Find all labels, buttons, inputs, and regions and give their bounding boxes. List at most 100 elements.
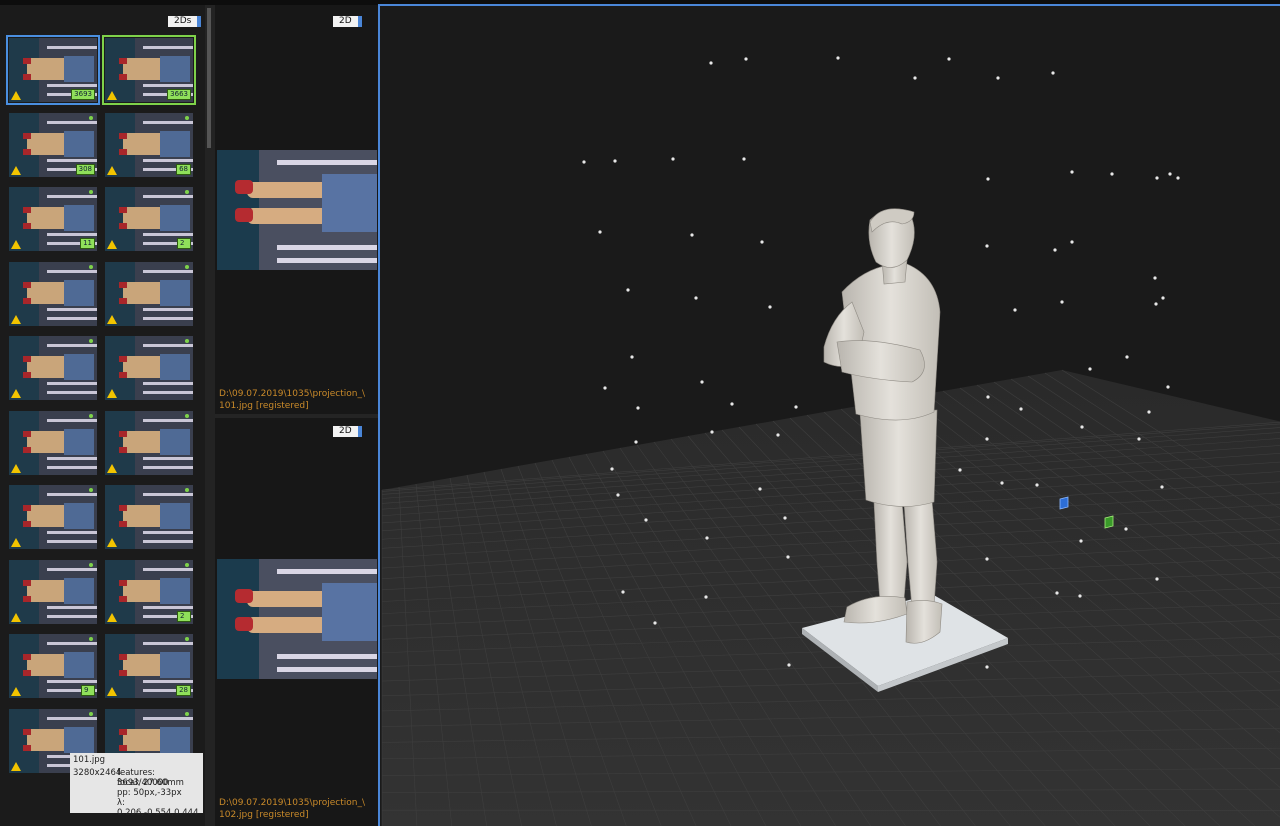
image-thumbnail[interactable] <box>105 336 193 400</box>
point-cloud-point <box>1168 172 1172 176</box>
2d-image-view-101[interactable] <box>217 150 377 270</box>
registered-indicator <box>185 115 189 120</box>
point-cloud-point <box>985 557 989 561</box>
point-cloud-point <box>1070 240 1074 244</box>
point-cloud-point <box>1013 308 1017 312</box>
warning-icon <box>11 538 21 547</box>
point-cloud-point <box>996 76 1000 80</box>
image-thumbnail[interactable]: 28 <box>105 634 193 698</box>
camera-marker-blue[interactable] <box>1059 496 1069 510</box>
image-thumbnail[interactable]: 11 <box>9 187 97 251</box>
point-cloud-point <box>1053 248 1057 252</box>
image-thumbnail[interactable]: 9 <box>9 634 97 698</box>
point-cloud-point <box>1051 71 1055 75</box>
image-thumbnail[interactable]: 2 <box>105 559 193 624</box>
point-cloud-point <box>1166 385 1170 389</box>
point-cloud-point <box>1055 591 1059 595</box>
point-cloud-point <box>644 518 648 522</box>
warning-icon <box>107 612 117 622</box>
tooltip-resolution: 3280x2464 <box>73 768 122 778</box>
registered-indicator <box>185 562 189 567</box>
image-thumbnail[interactable]: 3663 <box>102 35 196 105</box>
point-cloud-point <box>1088 367 1092 371</box>
2d-view-badge-bottom[interactable]: 2D <box>333 426 362 437</box>
point-cloud-point <box>1035 483 1039 487</box>
image-thumbnail[interactable] <box>9 485 97 549</box>
point-cloud-point <box>1125 355 1129 359</box>
warning-icon <box>107 538 117 547</box>
point-cloud-point <box>1160 485 1164 489</box>
point-cloud-point <box>947 57 951 61</box>
point-cloud-point <box>985 244 989 248</box>
2d-image-view-102[interactable] <box>217 559 377 679</box>
panel-divider[interactable] <box>215 414 378 418</box>
warning-icon <box>107 389 117 398</box>
image-thumbnail[interactable] <box>9 336 97 400</box>
point-cloud-point <box>744 57 748 61</box>
image-thumbnail[interactable]: 308 <box>9 112 97 177</box>
registered-indicator <box>89 562 93 567</box>
warning-icon <box>107 463 117 473</box>
registered-indicator <box>185 637 189 641</box>
image-info-tooltip: 101.jpg 3280x2464 features: 3693/40000 f… <box>70 753 203 818</box>
point-cloud-point <box>1060 300 1064 304</box>
3d-viewport[interactable] <box>378 4 1280 826</box>
point-cloud-point <box>742 157 746 161</box>
point-cloud-point <box>1154 302 1158 306</box>
camera-marker-green[interactable] <box>1104 515 1114 529</box>
point-cloud-point <box>760 240 764 244</box>
image-thumbnail[interactable]: 2 <box>105 187 193 251</box>
warning-icon <box>107 165 117 175</box>
point-cloud-point <box>653 621 657 625</box>
point-cloud-point <box>1124 527 1128 531</box>
point-cloud-point <box>985 437 989 441</box>
tooltip-focal: focal: 27.60mm <box>117 778 184 788</box>
registered-indicator <box>185 413 189 418</box>
point-cloud-point <box>690 233 694 237</box>
scrollbar-thumb[interactable] <box>207 8 211 148</box>
image-path-101-line1: D:\09.07.2019\1035\projection_\ <box>219 389 365 399</box>
image-thumbnail[interactable] <box>9 261 97 326</box>
point-cloud-point <box>913 76 917 80</box>
point-cloud-point <box>836 56 840 60</box>
image-thumbnail[interactable]: 3693 <box>6 35 100 105</box>
warning-icon <box>11 463 21 473</box>
registered-indicator <box>89 711 93 716</box>
warning-icon <box>11 687 21 696</box>
point-cloud-point <box>621 590 625 594</box>
feature-count-badge: 11 <box>80 238 95 249</box>
point-cloud-point <box>671 157 675 161</box>
point-cloud-point <box>986 177 990 181</box>
image-thumbnail-panel[interactable]: 2Ds 3693 3663 308 68 11 2 2 9 28 <box>0 5 205 826</box>
image-thumbnail[interactable] <box>105 485 193 549</box>
registered-indicator <box>89 115 93 120</box>
3d-scene[interactable] <box>380 6 1280 826</box>
point-cloud-point <box>710 430 714 434</box>
view-mode-badge[interactable]: 2Ds <box>168 16 202 27</box>
tooltip-principal-point: pp: 50px,-33px <box>117 788 182 798</box>
point-cloud-point <box>700 380 704 384</box>
point-cloud-point <box>1176 176 1180 180</box>
point-cloud-point <box>794 405 798 409</box>
feature-count-badge: 3693 <box>71 89 95 100</box>
point-cloud-point <box>786 555 790 559</box>
point-cloud-point <box>705 536 709 540</box>
registered-indicator <box>89 190 93 194</box>
warning-icon <box>107 687 117 696</box>
image-thumbnail[interactable] <box>9 559 97 624</box>
2d-view-badge-top[interactable]: 2D <box>333 16 362 27</box>
point-cloud-point <box>985 665 989 669</box>
image-thumbnail[interactable]: 68 <box>105 112 193 177</box>
image-thumbnail[interactable] <box>9 410 97 475</box>
point-cloud-point <box>783 516 787 520</box>
point-cloud-point <box>613 159 617 163</box>
image-thumbnail[interactable] <box>105 410 193 475</box>
warning-icon <box>11 761 21 771</box>
image-path-102: D:\09.07.2019\1035\projection_\ 102.jpg … <box>219 797 365 821</box>
point-cloud-point <box>1110 172 1114 176</box>
image-path-102-line2: 102.jpg [registered] <box>219 810 309 820</box>
image-thumbnail[interactable] <box>105 261 193 326</box>
thumbnail-scrollbar[interactable] <box>205 5 215 826</box>
feature-count-badge: 3663 <box>167 89 191 100</box>
point-cloud-point <box>768 305 772 309</box>
